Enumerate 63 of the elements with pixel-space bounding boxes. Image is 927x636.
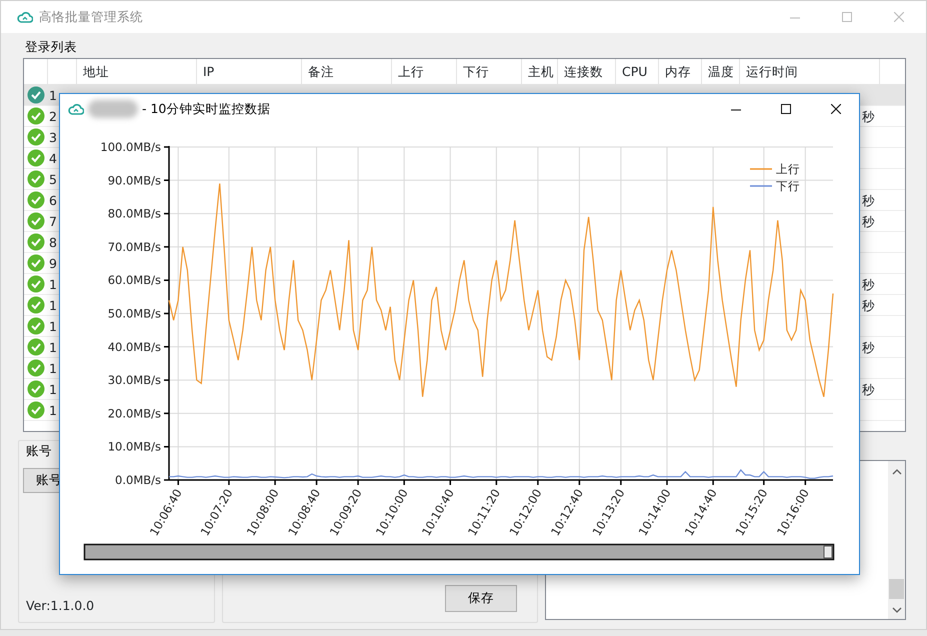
scrollbar-thumb[interactable] [824, 546, 832, 558]
row-number: 1 [49, 277, 57, 292]
cloud-icon [68, 102, 84, 116]
table-cell: 秒 [862, 382, 875, 397]
table-cell: 秒 [862, 298, 875, 313]
axis-label: 100.0MB/s [100, 140, 161, 154]
row-number: 6 [49, 193, 57, 208]
axis-label: 10.0MB/s [108, 440, 161, 454]
row-number: 1 [49, 319, 57, 334]
group-title: 登录列表 [24, 39, 78, 55]
axis-label: 90.0MB/s [108, 173, 161, 188]
blurred-region [88, 100, 138, 118]
row-number: 2 [49, 109, 57, 124]
table-cell: 秒 [862, 277, 875, 292]
column-header[interactable]: 温度 [708, 64, 734, 79]
version-label: Ver:1.1.0.0 [25, 597, 96, 616]
axis-label: 0.0MB/s [115, 473, 161, 487]
axis-label: 80.0MB/s [108, 206, 161, 221]
column-header[interactable]: CPU [622, 64, 648, 79]
scrollbar-thumb[interactable] [889, 579, 904, 599]
window-title: - 10分钟实时监控数据 [142, 100, 270, 118]
legend-label: 下行 [776, 179, 800, 193]
axis-label: 50.0MB/s [108, 306, 161, 320]
column-header[interactable]: 上行 [398, 64, 424, 79]
row-number: 1 [49, 340, 57, 355]
axis-label: 60.0MB/s [108, 273, 161, 288]
cloud-icon [17, 10, 33, 24]
column-header[interactable]: IP [203, 64, 214, 79]
row-number: 1 [49, 403, 57, 418]
scroll-up-button[interactable] [892, 469, 902, 475]
row-number: 3 [49, 130, 57, 145]
row-number: 1 [49, 382, 57, 397]
row-number: 7 [49, 214, 57, 229]
save-button[interactable]: 保存 [445, 585, 517, 612]
axis-label: 70.0MB/s [108, 240, 161, 254]
column-header[interactable]: 备注 [308, 64, 334, 79]
scroll-down-button[interactable] [892, 607, 902, 613]
maximize-icon[interactable] [781, 104, 791, 114]
axis-label: 40.0MB/s [108, 340, 161, 354]
table-cell: 秒 [862, 193, 875, 208]
column-header[interactable]: 连接数 [564, 64, 603, 79]
close-icon[interactable] [831, 104, 841, 114]
window-title: 高恪批量管理系统 [39, 8, 143, 26]
row-number: 1 [49, 298, 57, 313]
row-number: 9 [49, 256, 57, 271]
column-header[interactable]: 运行时间 [746, 64, 798, 79]
row-number: 4 [49, 151, 57, 166]
column-header[interactable]: 地址 [83, 64, 109, 79]
axis-label: 20.0MB/s [108, 406, 161, 420]
legend-label: 上行 [776, 162, 800, 176]
table-cell: 秒 [862, 109, 875, 124]
group-title: 账号 [25, 443, 52, 459]
column-header[interactable]: 主机 [528, 64, 554, 79]
column-header[interactable]: 内存 [665, 64, 691, 79]
axis-label: 30.0MB/s [108, 373, 161, 388]
row-number: 5 [49, 172, 57, 187]
horizontal-scrollbar[interactable] [84, 544, 834, 560]
column-header[interactable]: 下行 [463, 64, 489, 79]
table-cell: 秒 [862, 340, 875, 355]
table-cell: 秒 [862, 214, 875, 229]
row-number: 8 [49, 235, 57, 250]
row-number: 1 [49, 88, 57, 103]
row-number: 1 [49, 361, 57, 376]
